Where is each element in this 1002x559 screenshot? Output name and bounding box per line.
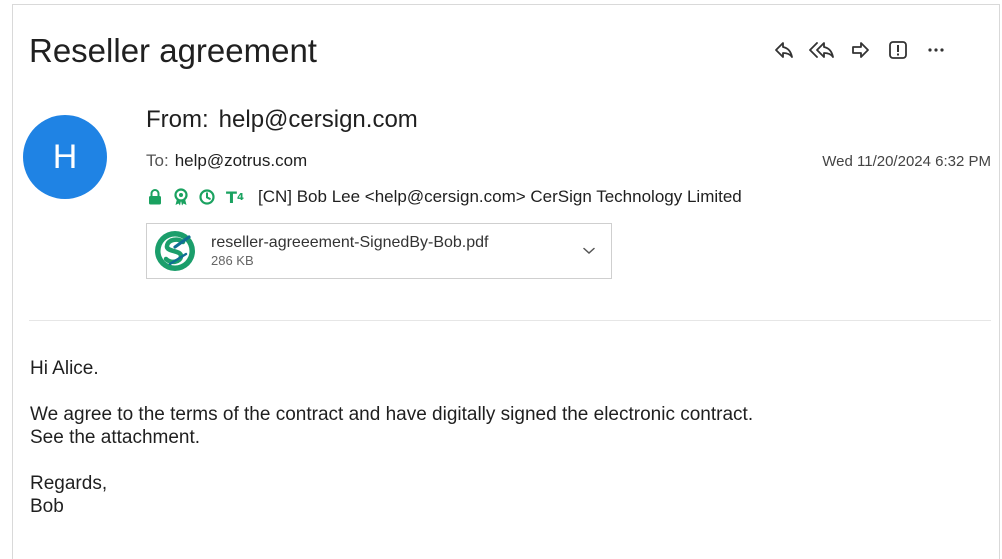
body-signature: Bob [30, 496, 64, 517]
certificate-info[interactable]: T4 [CN] Bob Lee <help@cersign.com> CerSi… [146, 185, 742, 209]
more-icon [927, 47, 945, 53]
email-subject: Reseller agreement [29, 32, 317, 69]
report-icon [888, 40, 908, 60]
clock-icon [198, 188, 216, 206]
lock-icon [146, 188, 164, 206]
body-greeting: Hi Alice. [30, 358, 99, 379]
reply-all-button[interactable] [807, 37, 837, 63]
from-address[interactable]: help@cersign.com [219, 106, 418, 133]
header-divider [29, 320, 991, 321]
report-button[interactable] [883, 37, 913, 63]
to-address[interactable]: help@zotrus.com [175, 151, 308, 170]
sent-date: Wed 11/20/2024 6:32 PM [822, 153, 991, 170]
certificate-text: [CN] Bob Lee <help@cersign.com> CerSign … [258, 187, 742, 206]
from-line: From: help@cersign.com [146, 105, 418, 135]
email-body: Hi Alice. We agree to the terms of the c… [30, 357, 990, 518]
certificate-badge-icon [172, 188, 190, 206]
attachment-info: reseller-agreeement-SignedBy-Bob.pdf 286… [211, 233, 577, 269]
t4-level-icon: T4 [224, 187, 246, 207]
email-toolbar [769, 37, 959, 63]
avatar[interactable]: H [23, 115, 107, 199]
more-button[interactable] [921, 37, 951, 63]
forward-button[interactable] [845, 37, 875, 63]
to-label: To: [146, 151, 169, 170]
reply-icon [774, 41, 794, 59]
body-line-1: We agree to the terms of the contract an… [30, 404, 754, 425]
attachment-size: 286 KB [211, 253, 254, 268]
body-line-2: See the attachment. [30, 427, 201, 448]
reply-button[interactable] [769, 37, 799, 63]
email-reading-pane: Reseller agreement H From: help@cersign.… [12, 4, 1000, 559]
from-label: From: [146, 106, 209, 133]
body-closing: Regards, [30, 473, 108, 494]
forward-icon [850, 41, 870, 59]
attachment-card[interactable]: reseller-agreeement-SignedBy-Bob.pdf 286… [146, 223, 612, 279]
attachment-name: reseller-agreeement-SignedBy-Bob.pdf [211, 234, 489, 251]
cersign-pdf-icon [153, 229, 197, 273]
avatar-initial: H [52, 137, 78, 176]
chevron-down-icon[interactable] [577, 247, 601, 255]
t4-label: T [226, 187, 237, 207]
to-line: To: help@zotrus.com [146, 150, 307, 172]
t4-sub: 4 [236, 191, 244, 203]
reply-all-icon [809, 41, 835, 59]
